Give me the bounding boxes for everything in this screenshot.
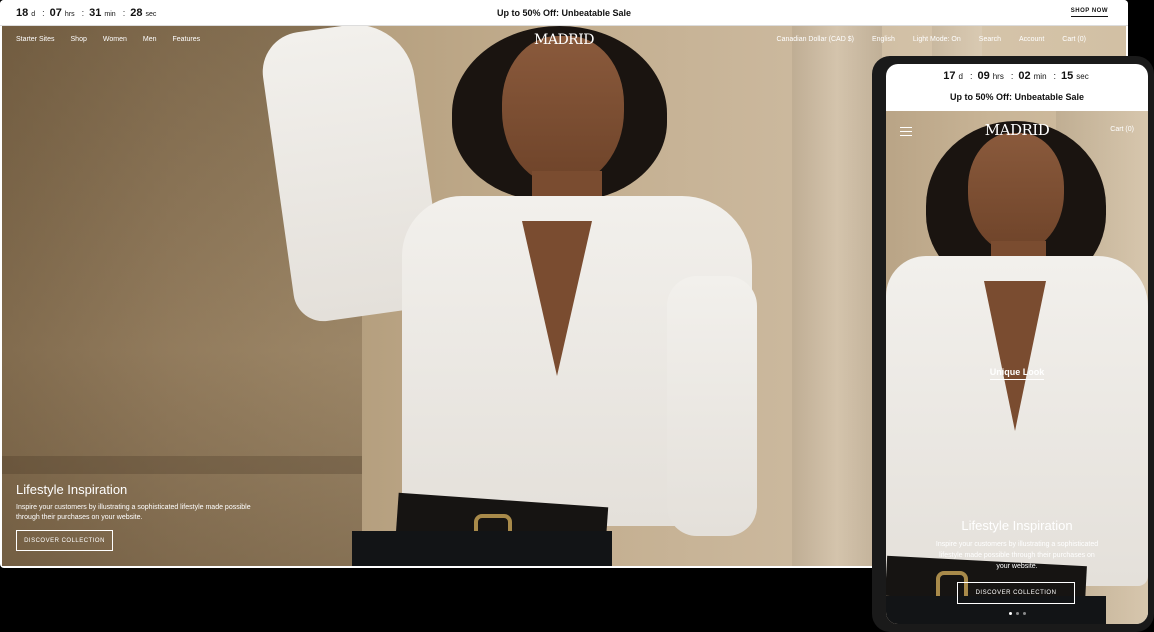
discover-collection-button[interactable]: DISCOVER COLLECTION <box>16 530 113 551</box>
mobile-countdown-timer: 17 d : 09 hrs : 02 min : 15 sec <box>886 70 1148 82</box>
mobile-preview: 17 d : 09 hrs : 02 min : 15 sec Up to 50… <box>872 56 1154 632</box>
hero-title: Lifestyle Inspiration <box>16 482 128 497</box>
countdown-seconds: 28 <box>130 6 143 19</box>
mobile-hero-banner: MADRID Cart (0) Unique Look Lifestyle In… <box>886 111 1148 624</box>
countdown-separator: : <box>42 7 45 18</box>
currency-selector[interactable]: Canadian Dollar (CAD $) <box>777 36 854 43</box>
countdown-hours: 09 <box>977 70 990 82</box>
countdown-timer: 18 d : 07 hrs : 31 min : 28 sec <box>16 7 158 19</box>
countdown-seconds-unit: sec <box>145 10 157 18</box>
mobile-hero-title: Lifestyle Inspiration <box>961 518 1073 533</box>
countdown-seconds: 15 <box>1061 70 1074 82</box>
countdown-hours: 07 <box>49 6 62 19</box>
countdown-separator: : <box>969 71 973 81</box>
mobile-cart-link[interactable]: Cart (0) <box>1110 126 1134 133</box>
hero-copy: Lifestyle Inspiration Inspire your custo… <box>16 482 266 523</box>
shop-now-link[interactable]: SHOP NOW <box>1070 8 1108 17</box>
countdown-days: 17 <box>943 70 956 82</box>
slide-dot[interactable] <box>1015 612 1019 615</box>
countdown-minutes-unit: min <box>104 10 116 18</box>
countdown-hours-unit: hrs <box>64 10 75 18</box>
nav-right: Canadian Dollar (CAD $) English Light Mo… <box>777 36 1086 43</box>
slide-pagination <box>886 612 1148 615</box>
countdown-days-unit: d <box>31 10 36 18</box>
language-selector[interactable]: English <box>872 36 895 43</box>
unique-look-hotspot[interactable]: Unique Look <box>886 367 1148 380</box>
account-link[interactable]: Account <box>1019 36 1044 43</box>
announcement-bar: 18 d : 07 hrs : 31 min : 28 sec Up to 50… <box>0 0 1128 26</box>
countdown-separator: : <box>122 7 126 18</box>
promo-text: Up to 50% Off: Unbeatable Sale <box>496 8 632 18</box>
mobile-promo-text: Up to 50% Off: Unbeatable Sale <box>949 92 1085 102</box>
search-link[interactable]: Search <box>979 36 1001 43</box>
mobile-screen: 17 d : 09 hrs : 02 min : 15 sec Up to 50… <box>886 64 1148 624</box>
slide-dot[interactable] <box>1022 612 1026 615</box>
countdown-hours-unit: hrs <box>992 72 1004 81</box>
cart-link[interactable]: Cart (0) <box>1062 36 1086 43</box>
countdown-minutes: 31 <box>89 6 102 19</box>
countdown-separator: : <box>81 7 85 18</box>
mobile-hero-description: Inspire your customers by illustrating a… <box>935 541 1099 570</box>
slide-dot[interactable] <box>1008 612 1012 615</box>
mobile-site-logo[interactable]: MADRID <box>886 121 1148 139</box>
light-mode-toggle[interactable]: Light Mode: On <box>913 36 961 43</box>
countdown-days: 18 <box>16 6 29 19</box>
mobile-discover-collection-button[interactable]: DISCOVER COLLECTION <box>957 582 1075 604</box>
countdown-days-unit: d <box>958 72 963 81</box>
countdown-minutes: 02 <box>1018 70 1031 82</box>
countdown-separator: : <box>1053 71 1057 81</box>
countdown-seconds-unit: sec <box>1076 72 1089 81</box>
hero-description: Inspire your customers by illustrating a… <box>16 504 251 521</box>
countdown-separator: : <box>1010 71 1014 81</box>
main-navigation: Starter Sites Shop Women Men Features MA… <box>2 26 1126 56</box>
unique-look-label: Unique Look <box>989 367 1045 380</box>
countdown-minutes-unit: min <box>1033 72 1047 81</box>
